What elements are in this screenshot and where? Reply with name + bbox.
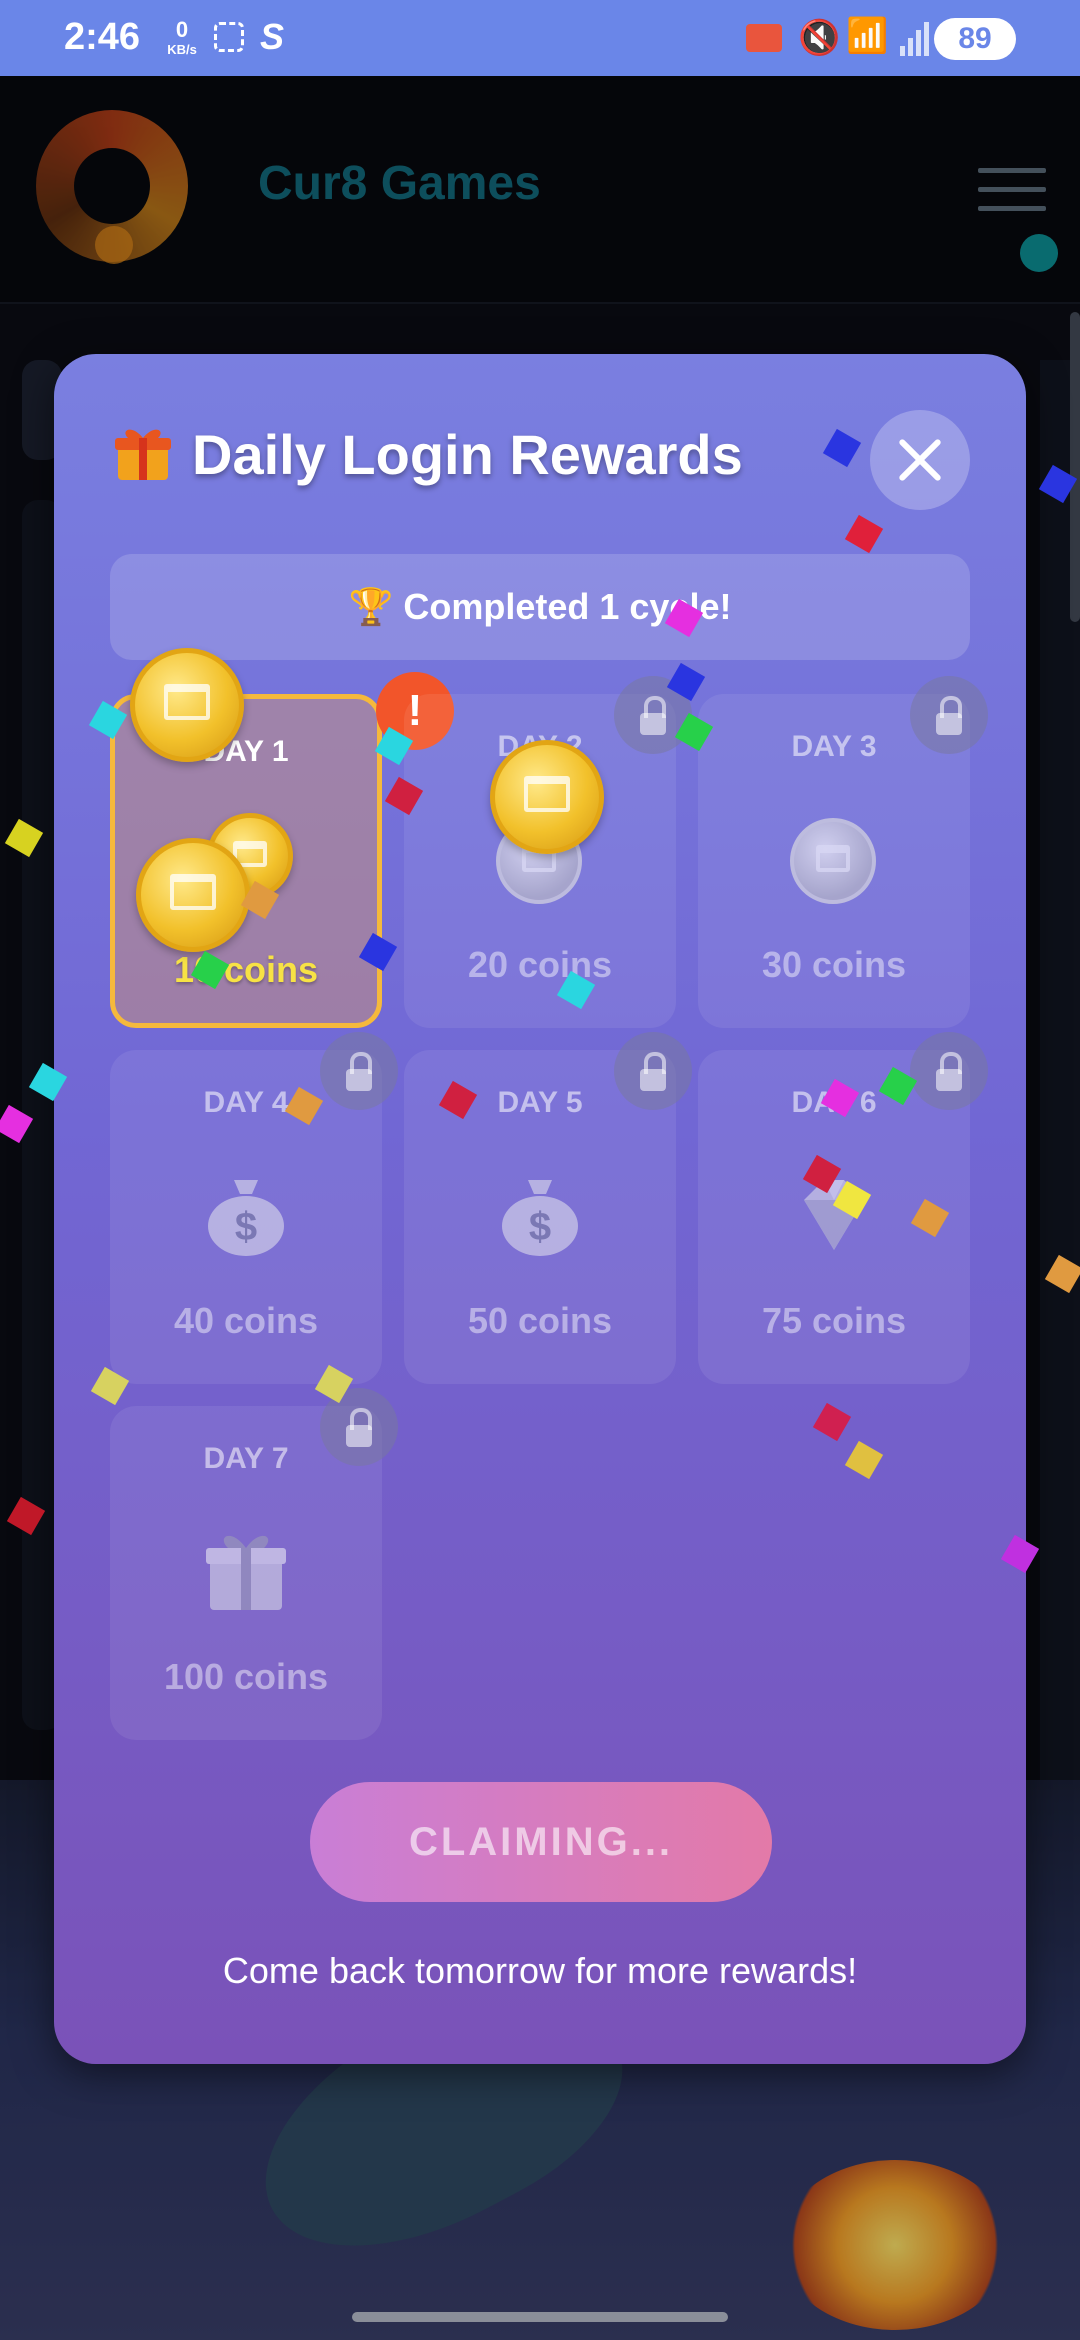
wifi-icon: 📶 bbox=[846, 17, 889, 55]
cycle-banner: 🏆 Completed 1 cycle! bbox=[110, 554, 970, 660]
day-amount: 50 coins bbox=[467, 1300, 613, 1341]
home-indicator[interactable] bbox=[352, 2312, 728, 2322]
day-amount: 40 coins bbox=[173, 1300, 319, 1341]
status-time: 2:46 bbox=[64, 16, 141, 58]
lock-icon bbox=[910, 1032, 988, 1110]
money-bag-icon: $ bbox=[208, 1180, 284, 1256]
flying-coin bbox=[130, 648, 244, 762]
money-bag-icon: $ bbox=[502, 1180, 578, 1256]
modal-title: Daily Login Rewards bbox=[112, 422, 743, 487]
lock-icon bbox=[320, 1388, 398, 1466]
battery-indicator: 89 bbox=[934, 18, 1016, 60]
svg-text:$: $ bbox=[529, 1205, 551, 1249]
day-amount: 30 coins bbox=[761, 944, 907, 985]
modal-title-text: Daily Login Rewards bbox=[192, 423, 743, 486]
flying-coin bbox=[136, 838, 250, 952]
trophy-icon: 🏆 bbox=[348, 586, 394, 627]
signal-icon bbox=[900, 22, 929, 56]
daily-rewards-modal: Daily Login Rewards 🏆 Completed 1 cycle! … bbox=[54, 354, 1026, 2064]
day-amount: 100 coins bbox=[163, 1656, 329, 1697]
lock-icon bbox=[320, 1032, 398, 1110]
screenshot-icon bbox=[214, 22, 244, 52]
day-amount: 75 coins bbox=[761, 1300, 907, 1341]
network-speed: 0 KB/s bbox=[167, 17, 197, 58]
cast-icon bbox=[746, 24, 782, 52]
svg-text:$: $ bbox=[235, 1205, 257, 1249]
status-bar: 2:46 0 KB/s S 🔇 📶 89 bbox=[0, 0, 1080, 76]
coin-icon bbox=[790, 818, 876, 904]
gift-icon bbox=[115, 429, 171, 480]
flying-coin bbox=[490, 740, 604, 854]
claim-button[interactable]: CLAIMING... bbox=[310, 1782, 772, 1902]
day-amount: 20 coins bbox=[467, 944, 613, 985]
day-amount: 10 coins bbox=[173, 949, 319, 990]
close-button[interactable] bbox=[870, 410, 970, 510]
lock-icon bbox=[614, 1032, 692, 1110]
lock-icon bbox=[910, 676, 988, 754]
mute-icon: 🔇 bbox=[798, 19, 841, 57]
footer-message: Come back tomorrow for more rewards! bbox=[222, 1950, 858, 1991]
gift-box-icon bbox=[206, 1535, 286, 1610]
app-notification-icon: S bbox=[260, 16, 285, 57]
